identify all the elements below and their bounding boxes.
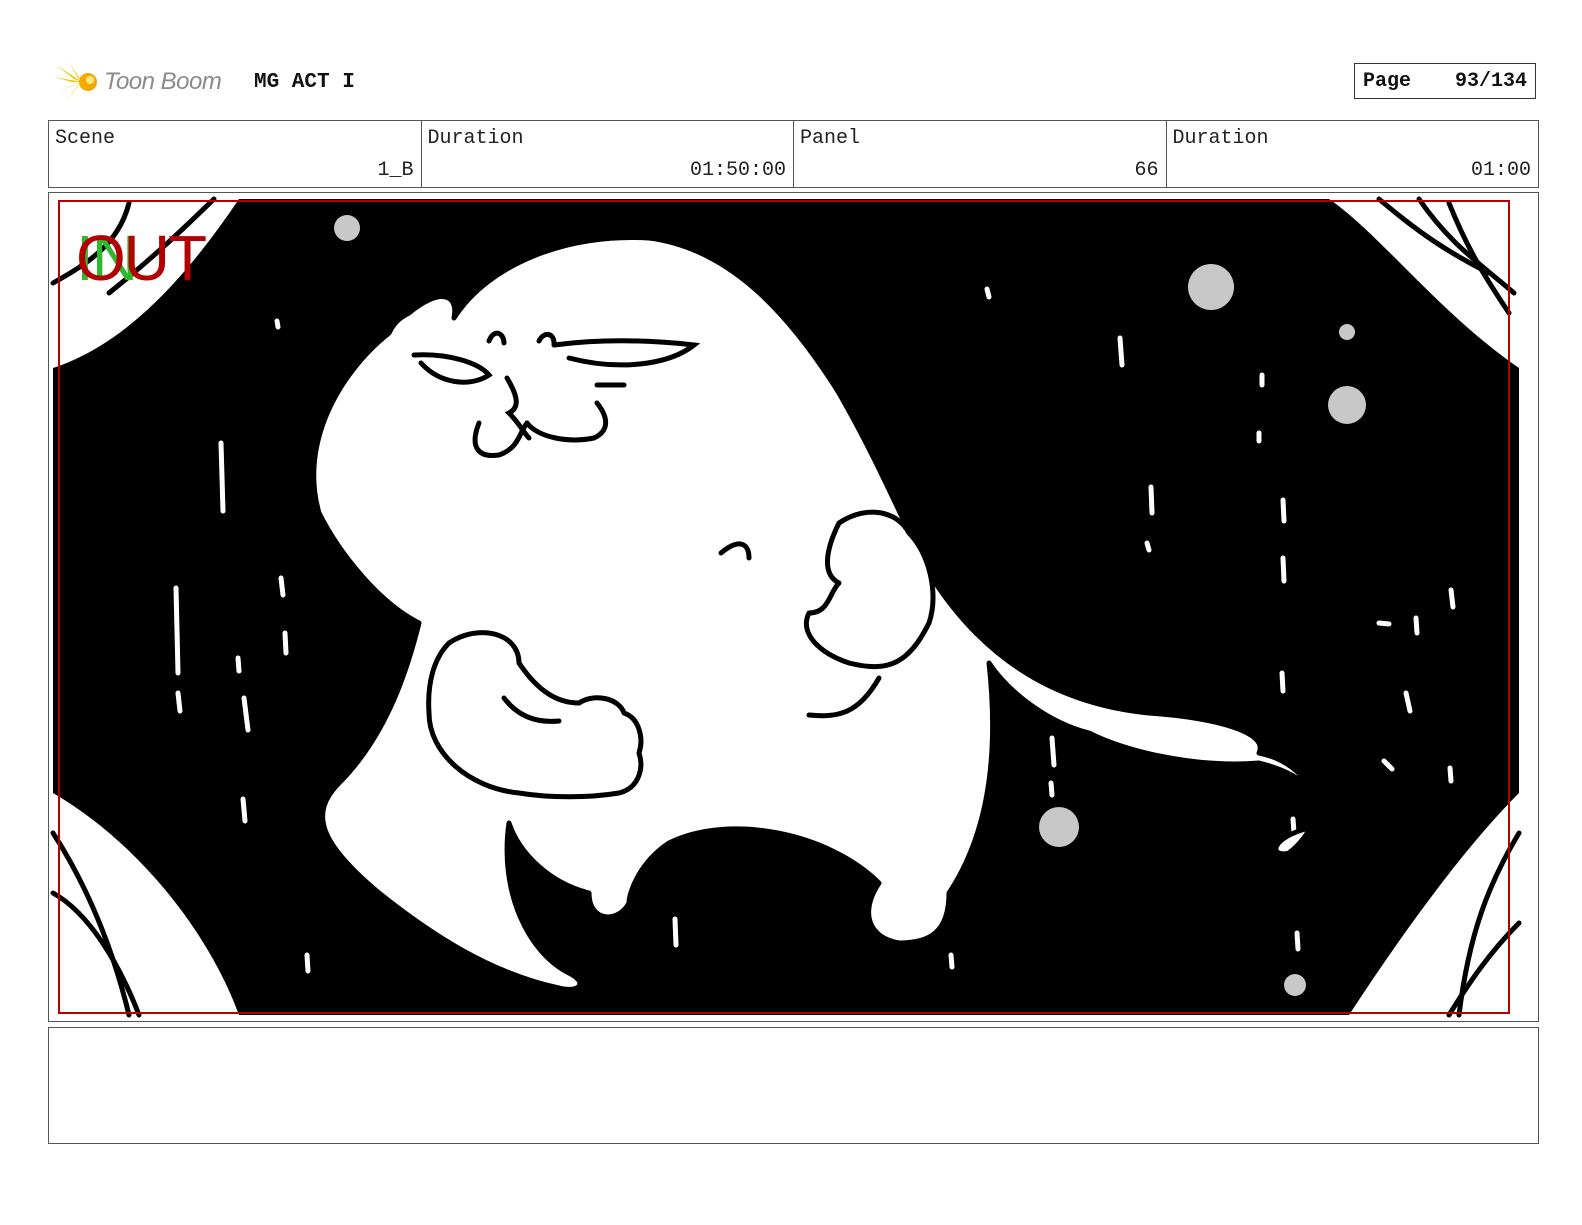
logo-text: Toon Boom xyxy=(104,68,222,95)
scene-duration-label: Duration xyxy=(427,127,524,150)
panel-info-table: Scene 1_B Duration 01:50:00 Panel 66 Dur… xyxy=(48,120,1539,188)
storyboard-header: Toon Boom MG ACT I Page 93/134 xyxy=(48,55,1538,109)
scene-duration-cell: Duration 01:50:00 xyxy=(422,121,794,187)
panel-duration-value: 01:00 xyxy=(1470,159,1531,182)
scene-duration-value: 01:50:00 xyxy=(689,159,786,182)
page-label: Page xyxy=(1363,69,1412,93)
toon-boom-logo: Toon Boom xyxy=(52,57,222,107)
panel-duration-label: Duration xyxy=(1172,127,1269,150)
panel-duration-cell: Duration 01:00 xyxy=(1167,121,1539,187)
scene-cell: Scene 1_B xyxy=(49,121,422,187)
scene-value: 1_B xyxy=(377,159,414,182)
scene-label: Scene xyxy=(55,127,116,150)
panel-label: Panel xyxy=(800,127,861,150)
page-number: 93/134 xyxy=(1454,69,1527,93)
panel-drawing xyxy=(50,196,1522,1018)
panel-drawing-frame xyxy=(48,192,1539,1022)
panel-value: 66 xyxy=(1134,159,1159,182)
page-indicator: Page 93/134 xyxy=(1354,63,1536,99)
panel-cell: Panel 66 xyxy=(794,121,1167,187)
project-title: MG ACT I xyxy=(254,71,355,94)
sun-burst-icon xyxy=(54,61,97,103)
panel-notes-box[interactable] xyxy=(48,1027,1539,1144)
out-marker: OUT xyxy=(76,222,207,294)
